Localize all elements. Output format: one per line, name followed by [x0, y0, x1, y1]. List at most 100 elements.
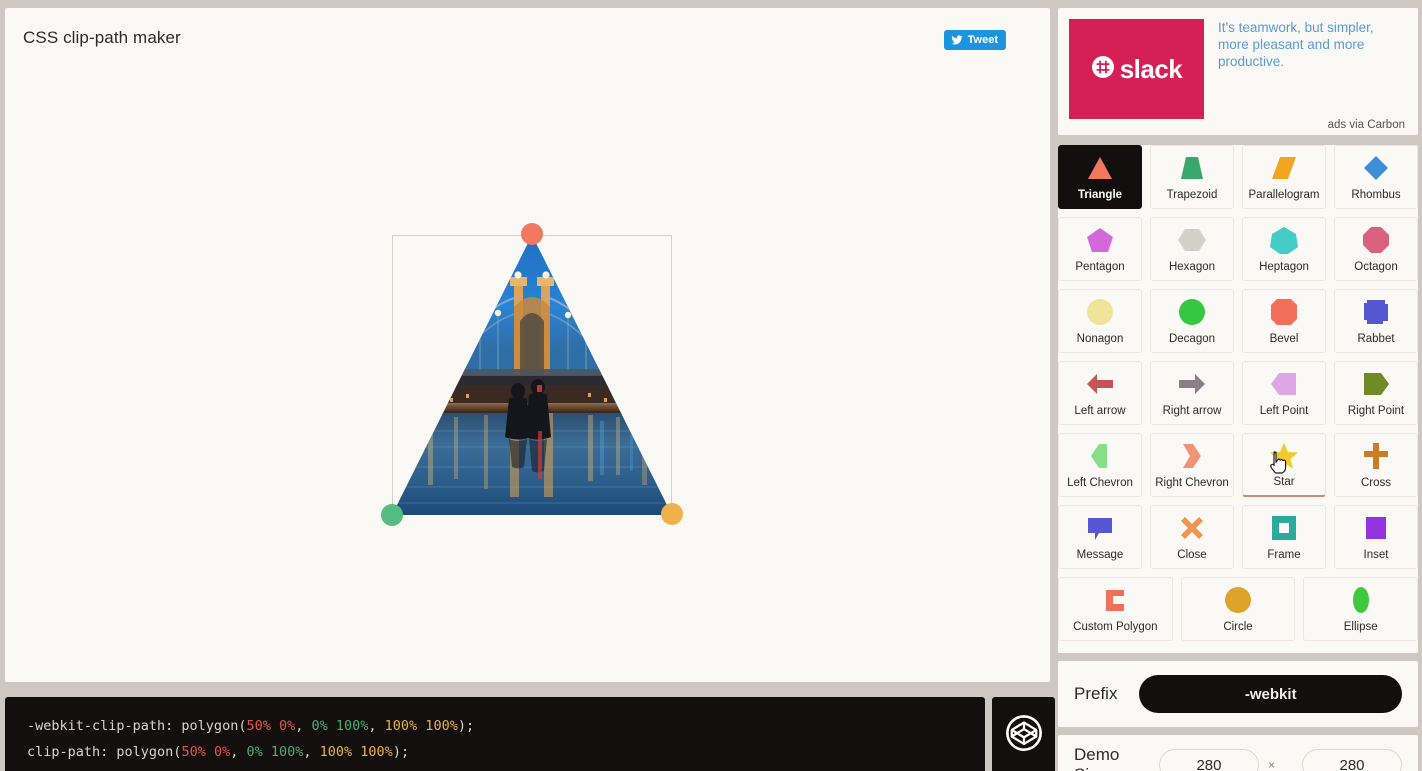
- shape-card-parallelogram[interactable]: Parallelogram: [1242, 145, 1326, 209]
- shape-label: Custom Polygon: [1073, 621, 1158, 633]
- nonagon-icon: [1085, 297, 1115, 327]
- clip-demo-area[interactable]: [381, 223, 683, 526]
- code-point-2a: 0% 100%: [311, 718, 369, 734]
- vertex-handle-bottom-right[interactable]: [661, 503, 683, 525]
- shape-card-close[interactable]: Close: [1150, 505, 1234, 569]
- shape-card-pentagon[interactable]: Pentagon: [1058, 217, 1142, 281]
- shape-card-frame[interactable]: Frame: [1242, 505, 1326, 569]
- shape-row-wide: Custom Polygon Circle Ellipse: [1058, 577, 1419, 641]
- star-icon: [1269, 441, 1299, 471]
- circle-icon: [1223, 585, 1253, 615]
- css-output-code[interactable]: -webkit-clip-path: polygon(50% 0%, 0% 10…: [5, 697, 985, 771]
- ad-logo-slack[interactable]: slack: [1069, 19, 1204, 119]
- shape-card-custom-polygon[interactable]: Custom Polygon: [1058, 577, 1173, 641]
- shape-label: Hexagon: [1168, 261, 1216, 273]
- left-arrow-icon: [1085, 369, 1115, 399]
- shape-label: Right Chevron: [1155, 477, 1229, 489]
- shape-card-right-arrow[interactable]: Right arrow: [1150, 361, 1234, 425]
- prefix-label: Prefix: [1074, 684, 1118, 703]
- bevel-icon: [1269, 297, 1299, 327]
- demo-width-input[interactable]: [1158, 749, 1259, 771]
- right-chevron-icon: [1177, 441, 1207, 471]
- inset-icon: [1361, 513, 1391, 543]
- shape-row: Triangle Trapezoid Parallelogram Rhombus: [1058, 145, 1418, 209]
- tweet-button[interactable]: Tweet: [943, 30, 1006, 50]
- twitter-bird-icon: [950, 34, 964, 46]
- shape-label: Left Point: [1259, 405, 1309, 417]
- shape-card-left-point[interactable]: Left Point: [1242, 361, 1326, 425]
- shape-label: Rabbet: [1357, 333, 1395, 345]
- shape-card-left-chevron[interactable]: Left Chevron: [1058, 433, 1142, 497]
- right-arrow-icon: [1177, 369, 1207, 399]
- demo-size-label: Demo Size: [1074, 745, 1120, 771]
- shape-label: Inset: [1363, 549, 1389, 561]
- code-sep-2b: ,: [303, 744, 320, 760]
- code-line-standard: clip-path: polygon(50% 0%, 0% 100%, 100%…: [27, 739, 985, 765]
- shape-card-ellipse[interactable]: Ellipse: [1303, 577, 1419, 641]
- shape-label: Trapezoid: [1166, 189, 1218, 201]
- code-close-a: );: [457, 718, 475, 734]
- cross-icon: [1361, 441, 1391, 471]
- page-title: CSS clip-path maker: [23, 28, 181, 47]
- code-point-1b: 50% 0%: [181, 744, 231, 760]
- carbon-ad: slack It's teamwork, but simpler, more p…: [1058, 8, 1418, 135]
- shape-card-right-point[interactable]: Right Point: [1334, 361, 1418, 425]
- shape-label: Left arrow: [1074, 405, 1126, 417]
- shape-card-nonagon[interactable]: Nonagon: [1058, 289, 1142, 353]
- shape-card-hexagon[interactable]: Hexagon: [1150, 217, 1234, 281]
- shape-card-octagon[interactable]: Octagon: [1334, 217, 1418, 281]
- shape-card-rhombus[interactable]: Rhombus: [1334, 145, 1418, 209]
- shape-label: Frame: [1267, 549, 1301, 561]
- decagon-icon: [1177, 297, 1207, 327]
- code-point-3b: 100% 100%: [319, 744, 393, 760]
- shape-row: Message Close Frame Inset: [1058, 505, 1418, 569]
- prefix-toggle-button[interactable]: -webkit: [1139, 675, 1402, 713]
- shape-card-bevel[interactable]: Bevel: [1242, 289, 1326, 353]
- shape-label: Bevel: [1269, 333, 1299, 345]
- shape-row: Pentagon Hexagon Heptagon Octagon: [1058, 217, 1418, 281]
- left-column: CSS clip-path maker Tweet -webkit-clip-p…: [5, 8, 1055, 771]
- shape-card-triangle[interactable]: Triangle: [1058, 145, 1142, 209]
- ad-via-carbon-link[interactable]: ads via Carbon: [1328, 119, 1405, 131]
- shape-card-star[interactable]: Star: [1242, 433, 1326, 497]
- shape-label: Octagon: [1354, 261, 1398, 273]
- shape-card-trapezoid[interactable]: Trapezoid: [1150, 145, 1234, 209]
- preview-stage: CSS clip-path maker Tweet: [5, 8, 1050, 682]
- demo-height-input[interactable]: [1302, 749, 1402, 771]
- shape-row: Left arrow Right arrow Left Point Right …: [1058, 361, 1418, 425]
- shape-label: Close: [1177, 549, 1207, 561]
- shape-card-inset[interactable]: Inset: [1334, 505, 1418, 569]
- ad-copy-area: It's teamwork, but simpler, more pleasan…: [1204, 19, 1407, 135]
- ellipse-icon: [1346, 585, 1376, 615]
- right-point-icon: [1361, 369, 1391, 399]
- code-point-2b: 0% 100%: [246, 744, 304, 760]
- left-chevron-icon: [1085, 441, 1115, 471]
- shape-label: Decagon: [1168, 333, 1216, 345]
- shape-label: Parallelogram: [1248, 189, 1320, 201]
- shape-card-left-arrow[interactable]: Left arrow: [1058, 361, 1142, 425]
- code-sep-2a: ,: [368, 718, 385, 734]
- shape-label: Circle: [1223, 621, 1253, 633]
- shape-card-cross[interactable]: Cross: [1334, 433, 1418, 497]
- shape-card-decagon[interactable]: Decagon: [1150, 289, 1234, 353]
- shape-card-heptagon[interactable]: Heptagon: [1242, 217, 1326, 281]
- right-sidebar: slack It's teamwork, but simpler, more p…: [1058, 8, 1419, 771]
- vertex-handle-bottom-left[interactable]: [381, 504, 403, 526]
- shape-picker-grid: Triangle Trapezoid Parallelogram Rhombus…: [1058, 145, 1419, 653]
- shape-label: Right arrow: [1162, 405, 1222, 417]
- open-in-codepen-button[interactable]: [992, 697, 1055, 771]
- shape-card-rabbet[interactable]: Rabbet: [1334, 289, 1418, 353]
- left-point-icon: [1269, 369, 1299, 399]
- shape-card-circle[interactable]: Circle: [1180, 577, 1296, 641]
- close-x-icon: [1177, 513, 1207, 543]
- custom-polygon-icon: [1100, 585, 1130, 615]
- ad-text[interactable]: It's teamwork, but simpler, more pleasan…: [1218, 19, 1407, 70]
- code-point-3a: 100% 100%: [384, 718, 458, 734]
- shape-card-message[interactable]: Message: [1058, 505, 1142, 569]
- shape-label: Message: [1076, 549, 1124, 561]
- shape-label: Heptagon: [1259, 261, 1309, 273]
- slack-hash-icon: [1091, 55, 1120, 84]
- vertex-handle-top[interactable]: [521, 223, 543, 245]
- shape-card-right-chevron[interactable]: Right Chevron: [1150, 433, 1234, 497]
- octagon-icon: [1361, 225, 1391, 255]
